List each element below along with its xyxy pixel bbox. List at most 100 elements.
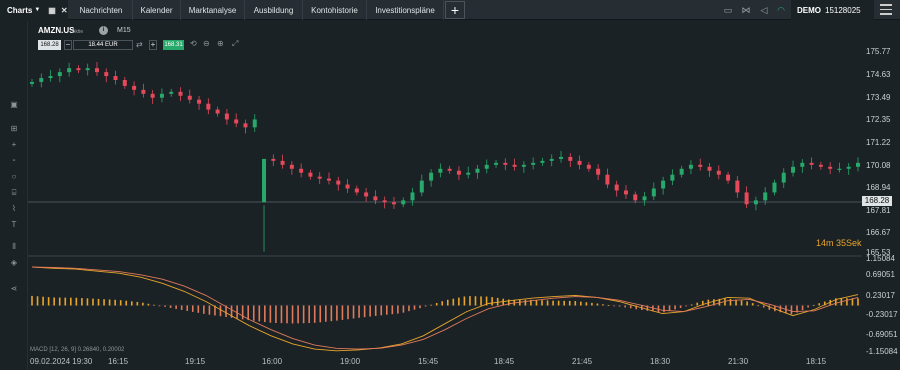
candle-body <box>698 164 703 167</box>
candle-body <box>763 192 768 201</box>
price-chart[interactable] <box>0 0 900 370</box>
macd-histogram-bar <box>801 305 804 311</box>
time-axis-label: 15:45 <box>418 357 439 366</box>
macd-histogram-bar <box>602 304 604 306</box>
macd-histogram-bar <box>746 301 748 306</box>
candle-body <box>707 166 712 171</box>
macd-histogram-bar <box>419 305 421 309</box>
macd-histogram-bar <box>480 296 482 306</box>
macd-histogram-bar <box>302 305 305 324</box>
candle-body <box>354 188 359 193</box>
macd-histogram-bar <box>219 305 222 317</box>
macd-histogram-bar <box>596 303 599 306</box>
time-axis-label: 18:30 <box>650 357 671 366</box>
candle-body <box>818 164 823 167</box>
price-axis-label: 166.67 <box>866 228 891 237</box>
candle-body <box>67 68 72 73</box>
candle-body <box>382 200 387 203</box>
macd-histogram-bar <box>92 298 94 306</box>
macd-histogram-bar <box>313 305 316 323</box>
candle-body <box>716 170 721 175</box>
macd-histogram-bar <box>247 305 250 321</box>
macd-histogram-bar <box>64 297 67 306</box>
macd-histogram-bar <box>97 298 100 306</box>
candle-body <box>326 178 331 181</box>
macd-histogram-bar <box>452 298 455 306</box>
macd-histogram-bar <box>535 299 538 306</box>
candle-body <box>262 158 267 203</box>
macd-histogram-bar <box>546 300 549 306</box>
macd-histogram-bar <box>31 295 33 306</box>
time-axis-label: 21:30 <box>728 357 749 366</box>
macd-histogram-bar <box>463 296 466 306</box>
macd-histogram-bar <box>119 300 122 306</box>
macd-histogram-bar <box>325 305 327 322</box>
candle-body <box>150 93 155 98</box>
countdown-minutes: 14m <box>816 238 834 248</box>
macd-histogram-bar <box>613 305 615 307</box>
candle-countdown: 14m 35Sek <box>816 238 862 248</box>
candle-body <box>280 160 285 165</box>
candle-body <box>772 182 777 193</box>
candle-body <box>30 81 34 84</box>
candle-body <box>791 166 796 173</box>
macd-histogram-bar <box>663 305 665 313</box>
macd-histogram-bar <box>363 305 366 318</box>
macd-histogram-bar <box>180 305 183 310</box>
macd-histogram-bar <box>591 302 593 306</box>
macd-histogram-bar <box>696 302 699 306</box>
price-axis-label: 172.35 <box>866 115 891 124</box>
candle-body <box>252 119 257 128</box>
macd-histogram-bar <box>269 305 272 323</box>
time-axis-label: 16:00 <box>262 357 283 366</box>
candle-body <box>688 164 693 169</box>
macd-histogram-bar <box>341 305 344 320</box>
macd-histogram-bar <box>374 305 377 316</box>
macd-histogram-bar <box>618 305 621 307</box>
candlestick-series <box>30 62 860 252</box>
countdown-seconds: 35Sek <box>836 238 862 248</box>
candle-body <box>623 190 628 195</box>
price-axis-label: 174.63 <box>866 70 891 79</box>
macd-histogram-bar <box>275 305 277 323</box>
price-axis-label: 171.22 <box>866 138 891 147</box>
macd-legend[interactable]: MACD [12, 26, 9] 0.26840, 0.20002 <box>30 347 124 353</box>
macd-histogram-bar <box>557 300 560 306</box>
candle-body <box>456 170 461 175</box>
macd-histogram-bar <box>264 305 266 323</box>
macd-histogram-bar <box>413 305 416 310</box>
macd-histogram-bar <box>347 305 349 320</box>
macd-histogram-bar <box>751 303 754 306</box>
candle-body <box>243 123 248 128</box>
macd-histogram-bar <box>308 305 310 324</box>
candle-body <box>484 164 489 169</box>
candle-body <box>373 196 378 201</box>
candle-body <box>197 99 202 104</box>
time-axis-label: 19:15 <box>185 357 206 366</box>
candle-body <box>781 172 786 183</box>
macd-histogram-bar <box>402 305 405 313</box>
candle-body <box>48 76 53 79</box>
macd-histogram-bar <box>47 297 50 306</box>
candle-body <box>401 200 406 205</box>
macd-histogram-bar <box>441 301 444 306</box>
candle-body <box>271 158 276 161</box>
macd-histogram-bar <box>397 305 399 314</box>
macd-histogram-bar <box>391 305 394 315</box>
candle-body <box>132 85 137 90</box>
candle-body <box>169 91 174 94</box>
macd-histogram-bar <box>424 305 427 307</box>
candle-body <box>364 192 369 197</box>
macd-histogram-bar <box>114 299 116 306</box>
macd-histogram-bar <box>496 297 499 306</box>
candle-body <box>559 156 564 159</box>
macd-histogram-bar <box>203 305 205 314</box>
macd-histogram-bar <box>524 299 527 306</box>
macd-histogram-bar <box>790 305 793 315</box>
candle-body <box>512 164 517 167</box>
macd-histogram-bar <box>86 298 89 306</box>
macd-histogram-bar <box>153 304 155 306</box>
candle-body <box>614 184 619 191</box>
candle-body <box>735 180 740 193</box>
candle-body <box>447 168 452 171</box>
